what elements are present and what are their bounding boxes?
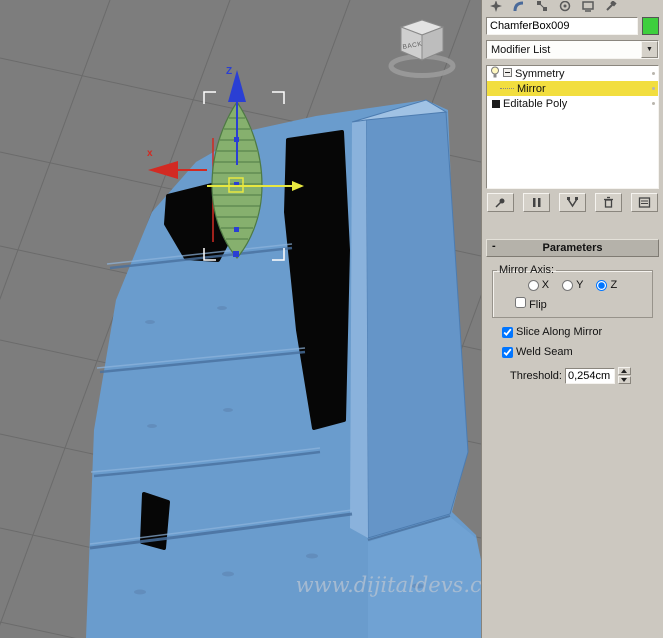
mirror-axis-group: Mirror Axis: X Y Z Flip xyxy=(492,264,653,318)
flip-checkbox[interactable] xyxy=(515,297,526,308)
weld-seam-checkbox[interactable] xyxy=(502,346,513,358)
stack-toolbar xyxy=(486,193,659,212)
flip-option[interactable]: Flip xyxy=(515,297,547,311)
axis-y-option[interactable]: Y xyxy=(562,279,583,291)
modifier-list-label: Modifier List xyxy=(491,43,551,56)
slice-along-mirror-label: Slice Along Mirror xyxy=(516,326,603,338)
flip-row: Flip xyxy=(515,297,648,311)
row-dot xyxy=(652,72,655,75)
lightbulb-icon[interactable] xyxy=(490,66,500,81)
command-panel-tabs xyxy=(486,1,659,14)
threshold-row: Threshold: xyxy=(510,367,657,384)
hierarchy-tab-icon[interactable] xyxy=(535,1,549,14)
spinner-up-button[interactable] xyxy=(617,367,631,375)
remove-modifier-button[interactable] xyxy=(595,193,622,212)
weld-seam-row: Weld Seam xyxy=(502,346,657,358)
axis-y-label: Y xyxy=(576,279,584,291)
weld-seam-label: Weld Seam xyxy=(516,346,573,358)
viewport-scene[interactable]: Z x BACK www.dijitaldevs.c xyxy=(0,0,481,638)
axis-x-option[interactable]: X xyxy=(527,279,550,291)
motion-tab-icon[interactable] xyxy=(558,1,572,14)
axis-z-radio[interactable] xyxy=(596,279,608,291)
spinner-down-button[interactable] xyxy=(617,376,631,384)
row-dot xyxy=(652,87,655,90)
object-color-swatch[interactable] xyxy=(642,17,659,35)
utilities-tab-icon[interactable] xyxy=(604,1,618,14)
weld-seam-option[interactable]: Weld Seam xyxy=(502,346,573,358)
row-dot xyxy=(652,102,655,105)
rollout-collapse-glyph: - xyxy=(492,240,496,252)
show-end-result-button[interactable] xyxy=(523,193,550,212)
axis-z-option[interactable]: Z xyxy=(596,279,617,291)
pin-stack-button[interactable] xyxy=(487,193,514,212)
stack-row-mirror[interactable]: Mirror xyxy=(487,81,658,96)
rollout-title: Parameters xyxy=(542,242,603,254)
watermark-text: www.dijitaldevs.com xyxy=(296,573,481,597)
axis-x-label: X xyxy=(541,279,550,291)
threshold-input[interactable] xyxy=(564,367,615,384)
axis-y-radio[interactable] xyxy=(562,279,574,291)
modify-tab-icon[interactable] xyxy=(512,1,526,14)
stack-row-label: Editable Poly xyxy=(503,97,568,110)
collapse-box-icon[interactable] xyxy=(503,67,512,80)
viewport-3d[interactable]: Z x BACK www.dijitaldevs.c xyxy=(0,0,481,638)
make-unique-button[interactable] xyxy=(559,193,586,212)
modifier-list-dropdown[interactable]: Modifier List ▼ xyxy=(486,40,659,59)
parameters-rollout-header[interactable]: - Parameters xyxy=(486,239,659,257)
mirror-axis-options: X Y Z xyxy=(497,279,648,291)
object-name-field[interactable] xyxy=(486,17,638,35)
object-name-row xyxy=(486,17,659,35)
slice-along-mirror-option[interactable]: Slice Along Mirror xyxy=(502,326,602,338)
axis-z-label: Z xyxy=(610,279,618,291)
z-axis-label: Z xyxy=(226,66,232,77)
tree-connector xyxy=(500,88,514,89)
stack-row-label: Symmetry xyxy=(515,67,565,80)
3dsmax-window: Z x BACK www.dijitaldevs.c ChamferBox009… xyxy=(0,0,663,638)
slice-along-mirror-row: Slice Along Mirror xyxy=(502,326,657,338)
mirror-axis-group-label: Mirror Axis: xyxy=(499,264,554,276)
stack-row-symmetry[interactable]: Symmetry xyxy=(487,66,658,81)
slice-along-mirror-checkbox[interactable] xyxy=(502,326,513,338)
threshold-label: Threshold: xyxy=(510,369,562,382)
create-tab-icon[interactable] xyxy=(489,1,503,14)
axis-x-radio[interactable] xyxy=(527,279,539,291)
stack-row-editable-poly[interactable]: Editable Poly xyxy=(487,96,658,111)
configure-modifier-sets-button[interactable] xyxy=(631,193,658,212)
flip-label: Flip xyxy=(529,299,547,311)
modifier-stack[interactable]: Symmetry Mirror Editable Poly xyxy=(486,65,659,189)
stack-row-label: Mirror xyxy=(517,82,546,95)
dropdown-arrow-icon[interactable]: ▼ xyxy=(641,41,658,58)
parameters-rollout-body: Mirror Axis: X Y Z Flip Slice Along Mirr… xyxy=(486,257,659,384)
editable-poly-icon xyxy=(492,99,500,108)
threshold-spinner xyxy=(617,367,631,384)
x-axis-label: x xyxy=(147,148,153,159)
command-panel: Modifier List ▼ Symmetry Mirror xyxy=(481,0,663,638)
display-tab-icon[interactable] xyxy=(581,1,595,14)
